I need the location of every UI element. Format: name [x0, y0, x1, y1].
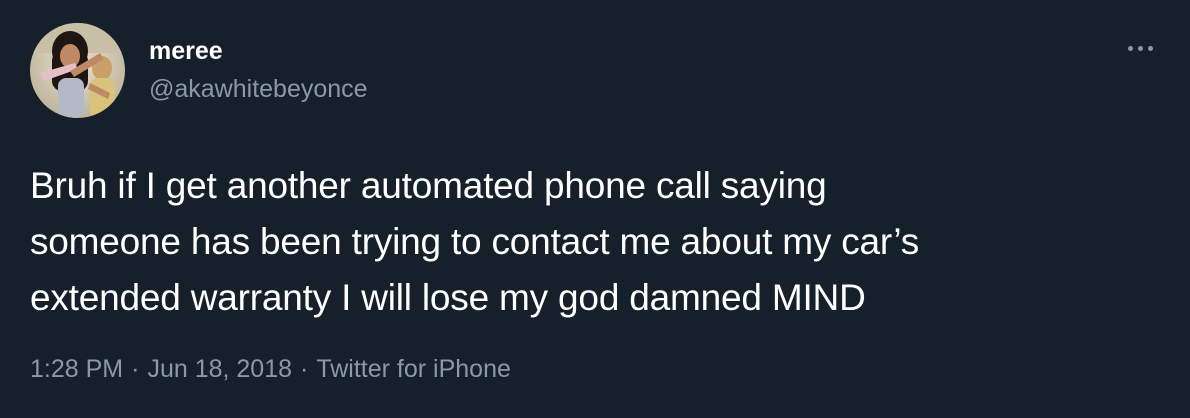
avatar[interactable]	[30, 23, 125, 118]
meta-separator: ·	[131, 355, 140, 383]
meta-separator: ·	[300, 355, 309, 383]
tweet-metadata: 1:28 PM · Jun 18, 2018 · Twitter for iPhone	[30, 354, 511, 384]
tweet-source[interactable]: Twitter for iPhone	[316, 355, 511, 383]
more-dot	[1137, 45, 1143, 51]
tweet-text-line: Bruh if I get another automated phone ca…	[30, 165, 827, 206]
tweet-text-line: someone has been trying to contact me ab…	[30, 221, 920, 262]
tweet-time[interactable]: 1:28 PM	[30, 355, 123, 383]
tweet-card: meree @akawhitebeyonce Bruh if I get ano…	[0, 0, 1190, 418]
display-name[interactable]: meree	[149, 36, 223, 66]
tweet-text: Bruh if I get another automated phone ca…	[30, 158, 1170, 326]
more-horizontal-icon[interactable]	[1120, 34, 1160, 62]
user-handle[interactable]: @akawhitebeyonce	[149, 74, 368, 104]
tweet-date[interactable]: Jun 18, 2018	[147, 355, 292, 383]
tweet-text-line: extended warranty I will lose my god dam…	[30, 277, 866, 318]
more-dot	[1147, 45, 1153, 51]
more-dot	[1127, 45, 1133, 51]
avatar-image	[30, 23, 125, 118]
